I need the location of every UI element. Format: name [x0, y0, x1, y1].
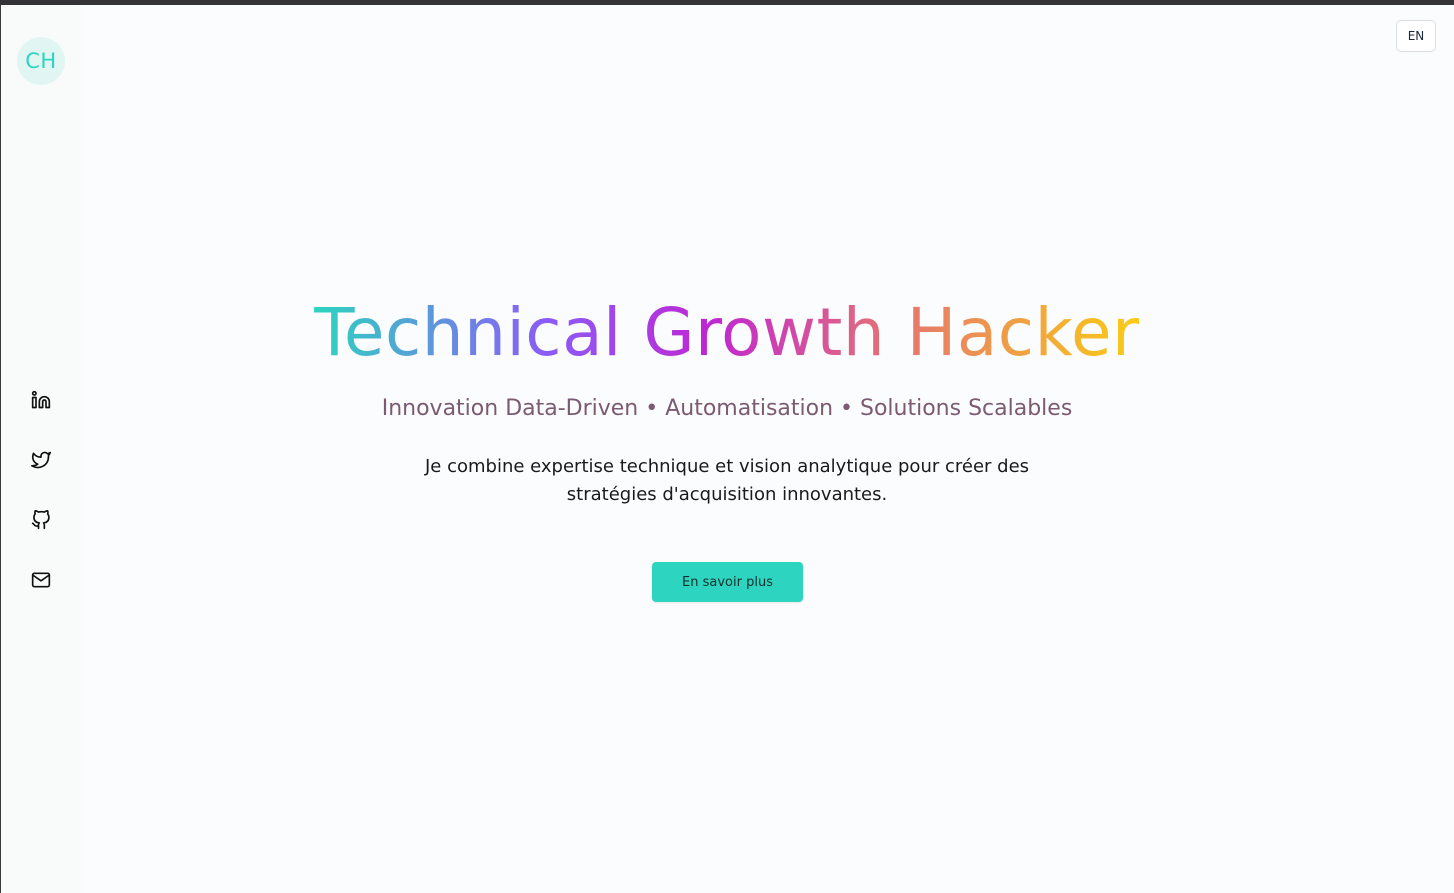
hero-subtitle: Innovation Data-Driven • Automatisation … — [381, 396, 1073, 421]
hero-description: Je combine expertise technique et vision… — [424, 456, 1030, 505]
logo[interactable]: CH — [17, 37, 65, 85]
learn-more-button[interactable]: En savoir plus — [652, 562, 803, 602]
language-toggle-button[interactable]: EN — [1396, 20, 1436, 52]
hero-section: Technical Growth Hacker Innovation Data-… — [0, 290, 1454, 509]
hero-title: Technical Growth Hacker — [314, 290, 1139, 376]
mail-icon[interactable] — [30, 569, 52, 591]
window-top-bar — [0, 0, 1454, 5]
github-icon[interactable] — [30, 509, 52, 531]
